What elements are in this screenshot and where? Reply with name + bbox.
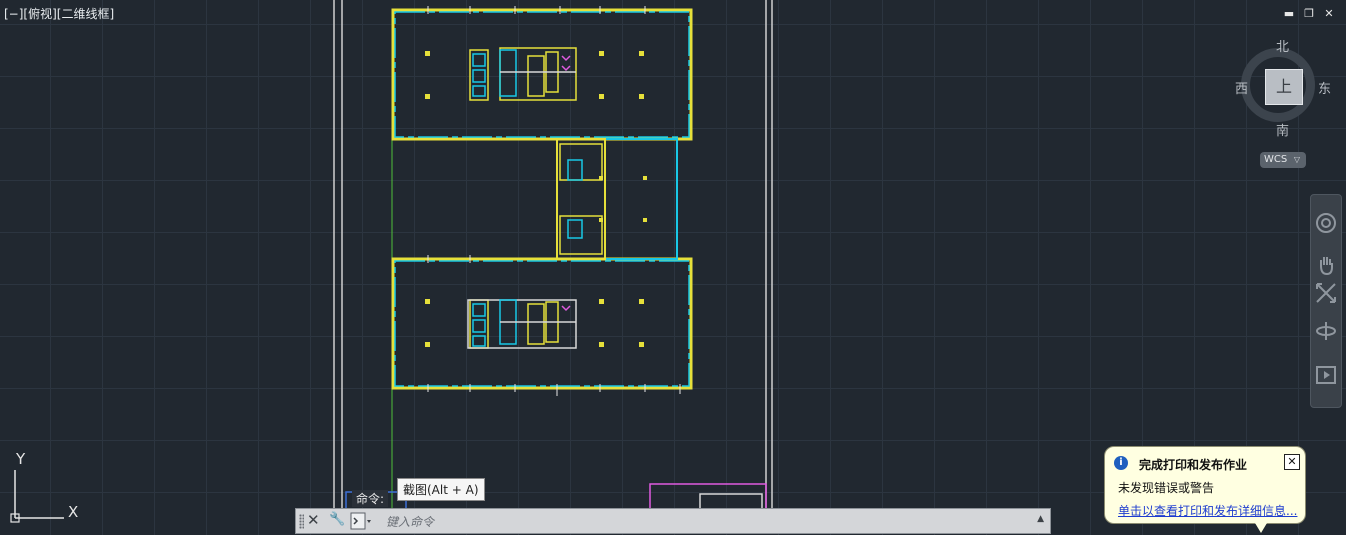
viewcube-top-face[interactable]: 上	[1265, 69, 1303, 105]
compass-west[interactable]: 西	[1235, 78, 1248, 97]
ucs-x-label: X	[68, 503, 79, 521]
plot-details-link[interactable]: 单击以查看打印和发布详细信息...	[1118, 502, 1297, 519]
drawing-canvas[interactable]: [−][俯视][二维线框] ▬ ❐ ✕ 上 北 南 西 东 WCS ▽ Y X …	[0, 0, 1346, 535]
notification-balloon: i 完成打印和发布作业 ✕ 未发现错误或警告 单击以查看打印和发布详细信息...	[1104, 446, 1306, 533]
compass-east[interactable]: 东	[1318, 78, 1331, 97]
command-history-prompt: 命令:	[352, 490, 389, 507]
wcs-label: WCS	[1264, 154, 1288, 165]
close-icon[interactable]: ✕	[307, 511, 320, 529]
viewport-window-controls: ▬ ❐ ✕	[1282, 7, 1336, 20]
history-up-icon[interactable]: ▲	[1037, 514, 1044, 524]
navigation-bar	[1310, 194, 1342, 408]
viewcube[interactable]: 上 北 南 西 东	[1235, 36, 1331, 139]
wcs-menu-button[interactable]: WCS ▽	[1260, 152, 1306, 168]
compass-south[interactable]: 南	[1276, 120, 1289, 139]
zoom-extents-icon[interactable]	[1314, 281, 1338, 305]
restore-icon[interactable]: ❐	[1302, 7, 1316, 20]
screenshot-tooltip: 截图(Alt + A)	[397, 478, 485, 501]
minimize-icon[interactable]: ▬	[1282, 7, 1296, 20]
drag-handle-icon[interactable]	[299, 514, 304, 529]
showmotion-icon[interactable]	[1314, 363, 1338, 387]
info-icon: i	[1114, 456, 1128, 470]
pan-hand-icon[interactable]	[1314, 253, 1338, 277]
recent-commands-icon[interactable]	[350, 512, 372, 530]
notification-message: 未发现错误或警告	[1118, 481, 1215, 495]
viewport-controls-label[interactable]: [−][俯视][二维线框]	[4, 5, 114, 22]
balloon-tail	[1255, 523, 1267, 533]
close-icon[interactable]: ✕	[1322, 7, 1336, 20]
wrench-icon[interactable]: 🔧	[329, 512, 345, 527]
command-line: ✕ 🔧 ▲	[295, 508, 1051, 534]
orbit-icon[interactable]	[1314, 319, 1338, 343]
ucs-y-label: Y	[16, 450, 26, 468]
chevron-down-icon: ▽	[1293, 155, 1300, 164]
notification-title: 完成打印和发布作业	[1139, 458, 1248, 472]
ucs-icon: Y X	[6, 448, 96, 528]
compass-north[interactable]: 北	[1276, 36, 1289, 55]
command-input[interactable]	[384, 512, 1028, 532]
notification-close-button[interactable]: ✕	[1284, 454, 1300, 470]
steering-wheel-icon[interactable]	[1314, 211, 1338, 235]
